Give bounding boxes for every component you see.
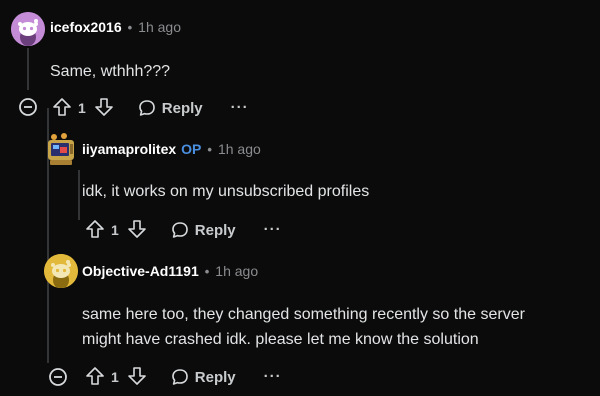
timestamp[interactable]: 1h ago bbox=[215, 263, 258, 279]
downvote-icon bbox=[127, 366, 146, 385]
vote-count: 1 bbox=[78, 100, 86, 116]
reply-icon bbox=[171, 369, 188, 385]
snoo-avatar-icon bbox=[11, 12, 45, 46]
downvote-button[interactable] bbox=[94, 97, 114, 120]
collapse-button[interactable] bbox=[18, 97, 38, 122]
downvote-button[interactable] bbox=[127, 219, 147, 242]
comment-meta: Objective-Ad1191 • 1h ago bbox=[82, 263, 258, 279]
reply-button[interactable]: Reply bbox=[171, 368, 236, 386]
more-options-button[interactable]: ··· bbox=[231, 100, 249, 115]
thread-line-child bbox=[78, 170, 80, 220]
comment-body: same here too, they changed something re… bbox=[82, 302, 525, 352]
reply-label: Reply bbox=[161, 99, 203, 117]
timestamp[interactable]: 1h ago bbox=[218, 141, 261, 157]
vote-count: 1 bbox=[111, 222, 119, 238]
comment-body-line: same here too, they changed something re… bbox=[82, 306, 525, 323]
collapse-icon bbox=[49, 368, 67, 386]
comment-body: Same, wthhh??? bbox=[50, 63, 171, 80]
comment-meta: icefox2016 • 1h ago bbox=[50, 19, 181, 35]
comment-actions: 1 Reply ··· bbox=[85, 218, 282, 242]
upvote-icon bbox=[86, 366, 104, 385]
snoo-avatar-icon bbox=[44, 254, 78, 288]
comment-actions: 1 Reply ··· bbox=[52, 96, 249, 120]
avatar[interactable] bbox=[44, 254, 78, 288]
upvote-icon bbox=[53, 97, 71, 116]
username[interactable]: Objective-Ad1191 bbox=[82, 263, 199, 279]
username[interactable]: iiyamaprolitex bbox=[82, 141, 176, 157]
collapse-button[interactable] bbox=[48, 367, 68, 392]
reply-button[interactable]: Reply bbox=[138, 99, 203, 117]
robot-avatar-icon bbox=[48, 133, 74, 165]
downvote-icon bbox=[94, 97, 113, 116]
avatar[interactable] bbox=[11, 12, 45, 46]
downvote-icon bbox=[127, 219, 146, 238]
reply-icon bbox=[171, 222, 188, 238]
collapse-icon bbox=[19, 98, 37, 116]
reply-label: Reply bbox=[194, 221, 236, 239]
comment-meta: iiyamaprolitex OP • 1h ago bbox=[82, 141, 261, 157]
username[interactable]: icefox2016 bbox=[50, 19, 122, 35]
upvote-button[interactable] bbox=[52, 97, 72, 120]
timestamp[interactable]: 1h ago bbox=[138, 19, 181, 35]
more-options-button[interactable]: ··· bbox=[264, 222, 282, 237]
upvote-icon bbox=[86, 219, 104, 238]
comment-actions: 1 Reply ··· bbox=[85, 365, 282, 389]
upvote-button[interactable] bbox=[85, 219, 105, 242]
comment-body-line: might have crashed idk. please let me kn… bbox=[82, 331, 479, 348]
upvote-button[interactable] bbox=[85, 366, 105, 389]
downvote-button[interactable] bbox=[127, 366, 147, 389]
reply-button[interactable]: Reply bbox=[171, 221, 236, 239]
reply-icon bbox=[138, 100, 155, 116]
more-options-button[interactable]: ··· bbox=[264, 369, 282, 384]
meta-separator: • bbox=[127, 20, 133, 35]
comment-body: idk, it works on my unsubscribed profile… bbox=[82, 183, 370, 200]
meta-separator: • bbox=[207, 142, 212, 157]
reply-label: Reply bbox=[194, 368, 236, 386]
avatar[interactable] bbox=[44, 132, 78, 166]
op-badge: OP bbox=[181, 141, 202, 157]
meta-separator: • bbox=[204, 264, 210, 279]
vote-count: 1 bbox=[111, 369, 119, 385]
thread-line-root bbox=[27, 48, 29, 90]
